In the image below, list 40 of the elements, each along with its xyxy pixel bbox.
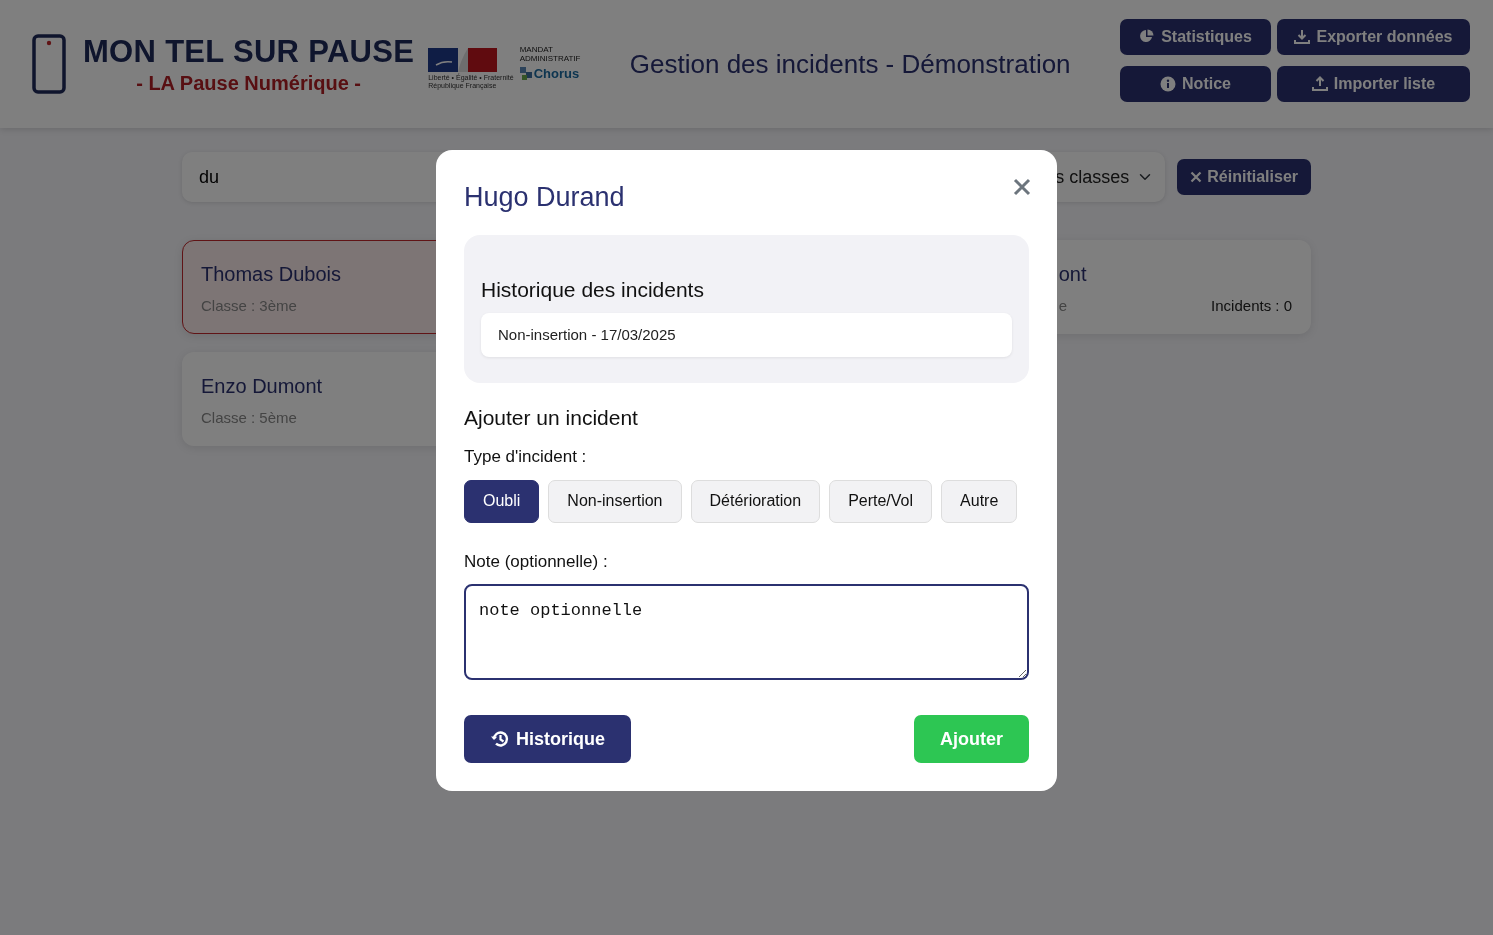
field-label: Note (optionnelle) :: [464, 550, 609, 573]
student-class: Classe : 5ème: [201, 408, 297, 428]
pie-chart-icon: [1139, 28, 1156, 45]
header-button[interactable]: Notice: [1120, 65, 1271, 102]
student-name: Thomas Dubois: [201, 262, 343, 286]
header-button[interactable]: Statistiques: [1120, 18, 1271, 55]
history-icon: [490, 729, 510, 750]
flag-emblem-icon: [428, 47, 498, 74]
type-option[interactable]: Autre: [941, 479, 1018, 523]
reset-button[interactable]: Réinitialiser: [1177, 159, 1311, 195]
header-button[interactable]: Exporter données: [1277, 18, 1470, 55]
history-item: Non-insertion - 17/03/2025: [481, 312, 1012, 358]
logo-caption: MANDAT: [519, 46, 554, 56]
info-icon: [1160, 75, 1177, 92]
download-icon: [1294, 28, 1311, 45]
student-class: Classe : 3ème: [201, 296, 297, 316]
field-label: Type d'incident :: [464, 446, 588, 469]
close-button[interactable]: [1013, 178, 1033, 198]
note-field[interactable]: note optionnelle: [464, 584, 1029, 681]
squares-icon: [519, 66, 534, 81]
history-button[interactable]: Historique: [464, 715, 631, 764]
type-option[interactable]: Perte/Vol: [829, 479, 933, 523]
student-name: Enzo Dumont: [201, 374, 324, 398]
page-title: Gestion des incidents - Démonstration: [629, 47, 1071, 81]
type-option[interactable]: Détérioration: [690, 479, 821, 523]
incident-count: Incidents : 0: [1211, 296, 1292, 316]
brand-title: MON TEL SUR PAUSE: [83, 35, 415, 67]
logo-caption: ADMINISTRATIF: [519, 55, 581, 65]
type-option[interactable]: Non-insertion: [548, 479, 682, 523]
close-icon: [1013, 178, 1031, 196]
close-icon: [1190, 171, 1203, 183]
header-button[interactable]: Importer liste: [1277, 65, 1470, 102]
student-class: e: [1057, 296, 1067, 316]
phone-icon: [32, 34, 66, 94]
upload-icon: [1311, 75, 1328, 92]
logo-wordmark: Chorus: [533, 65, 580, 84]
brand-subtitle: - LA Pause Numérique -: [136, 72, 362, 93]
dialog-title: Hugo Durand: [464, 181, 625, 214]
student-name: ont: [1057, 262, 1088, 286]
type-option[interactable]: Oubli: [464, 479, 540, 523]
